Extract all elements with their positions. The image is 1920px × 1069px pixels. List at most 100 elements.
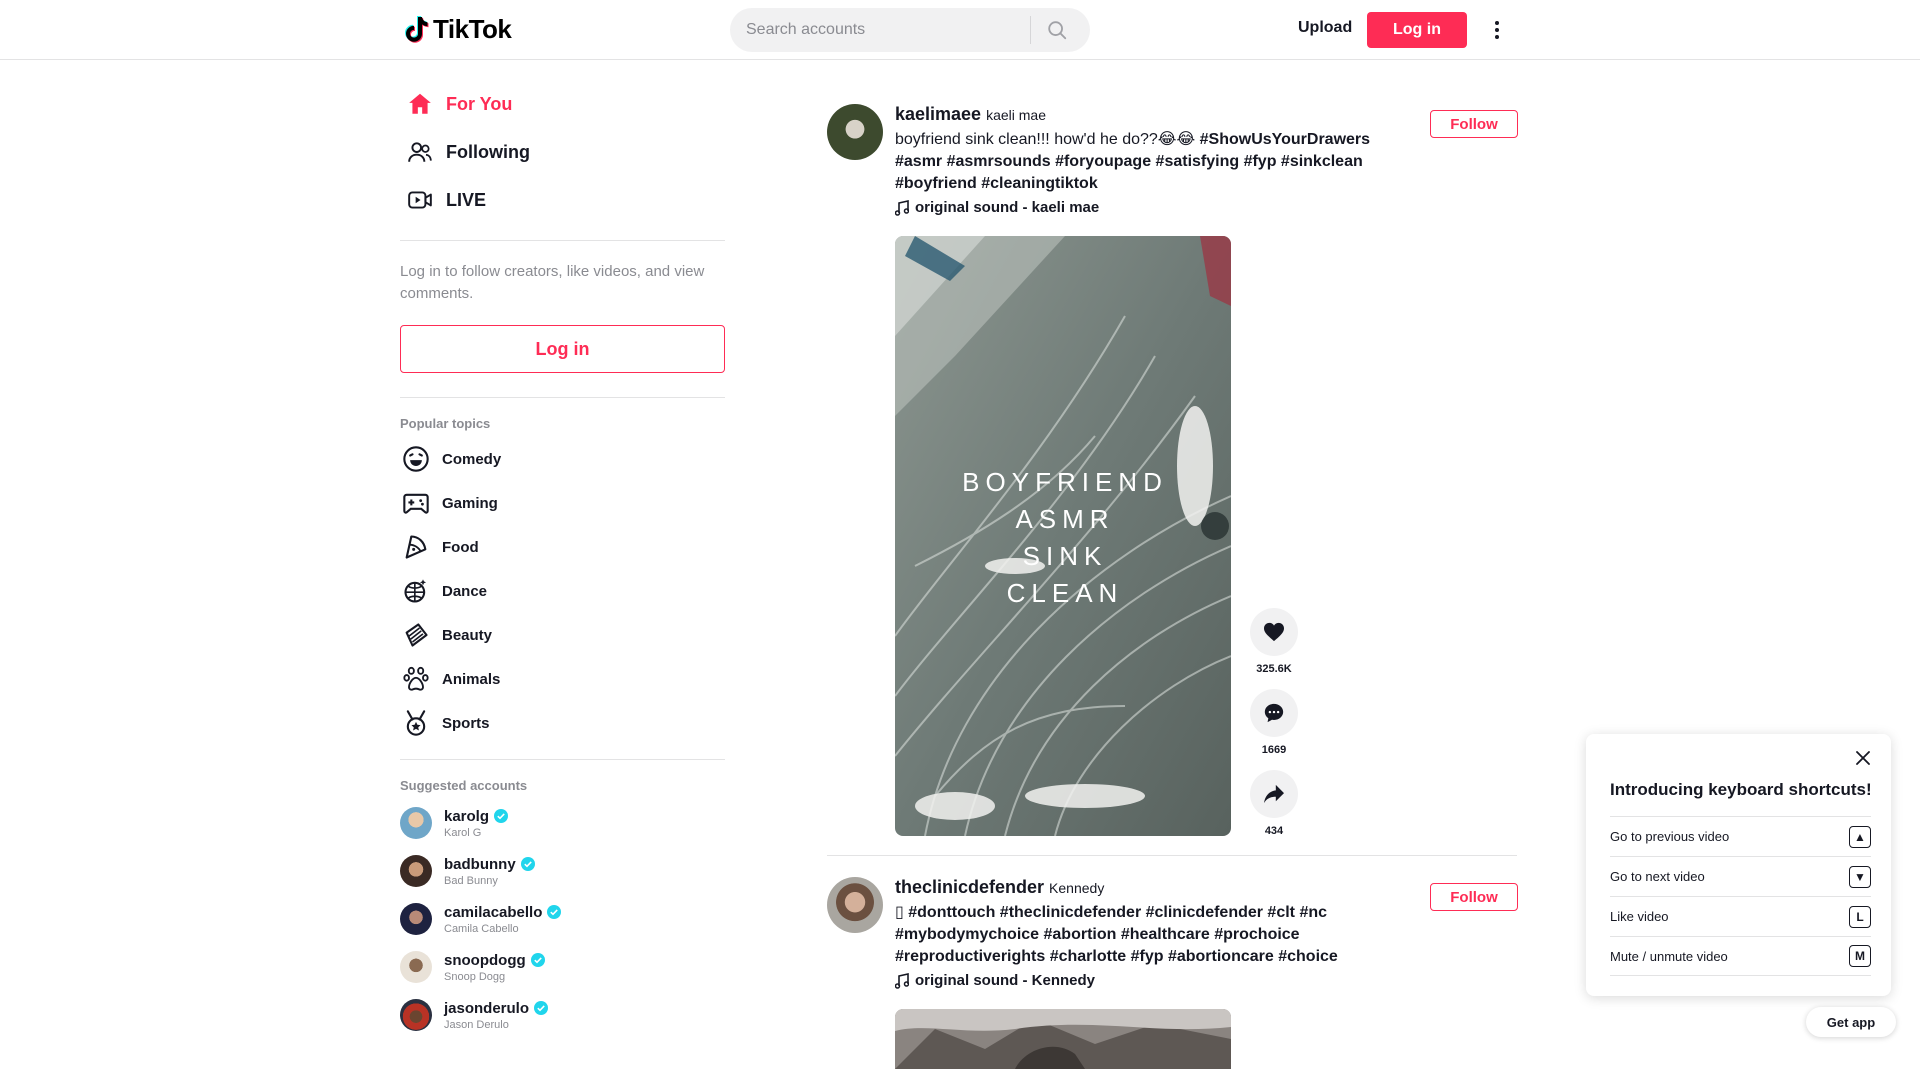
down-arrow-key-icon: ▼ (1849, 865, 1871, 888)
video-actions: 325.6K 1669 434 (1250, 608, 1298, 851)
video-player[interactable]: BOYFRIEND ASMR SINK CLEAN (895, 236, 1231, 836)
topic-label: Food (442, 538, 479, 556)
search-input[interactable] (730, 8, 1030, 52)
nav-label: LIVE (446, 189, 487, 210)
l-key-icon: L (1849, 905, 1871, 928)
verified-badge-icon (494, 809, 509, 823)
avatar (400, 855, 432, 887)
upload-link[interactable]: Upload (1298, 19, 1352, 37)
nav-following[interactable]: Following (400, 128, 725, 176)
suggested-account-camilacabello[interactable]: camilacabello Camila Cabello (400, 895, 725, 943)
like-button[interactable]: 325.6K (1250, 608, 1298, 675)
share-icon (1264, 784, 1284, 804)
avatar (400, 951, 432, 983)
topic-label: Comedy (442, 450, 502, 468)
author-avatar[interactable] (827, 877, 883, 933)
top-header: TikTok Upload Log in (0, 0, 1920, 60)
verified-badge-icon (534, 1001, 549, 1015)
topic-beauty[interactable]: Beauty (400, 613, 725, 657)
home-icon (404, 88, 436, 120)
more-menu-button[interactable] (1486, 16, 1508, 44)
live-icon (404, 184, 436, 216)
nav-label: For You (446, 93, 513, 114)
author-avatar[interactable] (827, 104, 883, 160)
post-divider (827, 855, 1517, 856)
like-circle (1250, 608, 1298, 656)
keyboard-shortcuts-panel: Introducing keyboard shortcuts! Go to pr… (1586, 734, 1891, 996)
topic-gaming[interactable]: Gaming (400, 481, 725, 525)
popular-topics-title: Popular topics (400, 416, 491, 431)
search-bar (730, 8, 1090, 52)
sidebar-divider (400, 240, 725, 241)
caption-text: ▯ (895, 904, 909, 921)
topic-dance[interactable]: Dance (400, 569, 725, 613)
comment-count: 1669 (1261, 744, 1287, 756)
avatar (400, 903, 432, 935)
account-display-name: Bad Bunny (444, 874, 498, 887)
verified-badge-icon (530, 953, 545, 967)
topic-sports[interactable]: Sports (400, 701, 725, 745)
search-button[interactable] (1031, 8, 1083, 52)
comment-icon (1264, 703, 1284, 723)
food-icon (400, 531, 432, 563)
music-title: original sound - kaeli mae (915, 199, 1100, 216)
shortcut-row: Mute / unmute video M (1610, 936, 1871, 976)
post-caption: boyfriend sink clean!!! how'd he do??😂😂 … (895, 129, 1415, 195)
nav-live[interactable]: LIVE (400, 176, 725, 224)
video-frame: BOYFRIEND ASMR SINK CLEAN (895, 236, 1231, 836)
header-login-button[interactable]: Log in (1367, 12, 1467, 48)
topic-comedy[interactable]: Comedy (400, 437, 725, 481)
follow-button[interactable]: Follow (1430, 110, 1518, 138)
topic-animals[interactable]: Animals (400, 657, 725, 701)
sidebar-login-button[interactable]: Log in (400, 325, 725, 373)
overlay-line: ASMR (1015, 504, 1114, 534)
account-display-name: Snoop Dogg (444, 970, 506, 983)
music-title: original sound - Kennedy (915, 972, 1096, 989)
suggested-account-karolg[interactable]: karolg Karol G (400, 799, 725, 847)
avatar (400, 807, 432, 839)
tiktok-logo[interactable]: TikTok (405, 14, 512, 45)
sports-icon (400, 707, 432, 739)
account-username: badbunny (444, 855, 516, 873)
suggested-account-jasonderulo[interactable]: jasonderulo Jason Derulo (400, 991, 725, 1039)
follow-button[interactable]: Follow (1430, 883, 1518, 911)
overlay-line: CLEAN (1007, 578, 1124, 608)
close-button[interactable] (1853, 748, 1873, 768)
nav-for-you[interactable]: For You (400, 80, 725, 128)
vertical-dots-icon (1495, 21, 1499, 39)
topic-food[interactable]: Food (400, 525, 725, 569)
comment-button[interactable]: 1669 (1250, 689, 1298, 756)
heart-icon (1264, 622, 1284, 642)
overlay-line: SINK (1023, 541, 1108, 571)
verified-badge-icon (547, 905, 562, 919)
comment-circle (1250, 689, 1298, 737)
login-prompt-text: Log in to follow creators, like videos, … (400, 263, 705, 302)
music-link[interactable]: original sound - kaeli mae (895, 199, 1405, 216)
tiktok-note-icon (405, 15, 429, 43)
music-note-icon (895, 199, 909, 216)
music-note-icon (895, 972, 909, 989)
get-app-button[interactable]: Get app (1806, 1007, 1896, 1037)
suggested-account-badbunny[interactable]: badbunny Bad Bunny (400, 847, 725, 895)
post-caption: ▯ #donttouch #theclinicdefender #clinicd… (895, 902, 1415, 968)
like-count: 325.6K (1256, 663, 1292, 675)
beauty-icon (400, 619, 432, 651)
account-display-name: Camila Cabello (444, 922, 519, 935)
caption-text: boyfriend sink clean!!! how'd he do??😂😂 (895, 131, 1200, 148)
up-arrow-key-icon: ▲ (1849, 825, 1871, 848)
m-key-icon: M (1849, 945, 1871, 967)
gaming-icon (400, 487, 432, 519)
shortcut-row: Go to next video ▼ (1610, 856, 1871, 896)
author-username[interactable]: theclinicdefender (895, 877, 1044, 898)
nav-label: Following (446, 141, 530, 162)
topic-label: Animals (442, 670, 501, 688)
music-link[interactable]: original sound - Kennedy (895, 972, 1405, 989)
suggested-account-snoopdogg[interactable]: snoopdogg Snoop Dogg (400, 943, 725, 991)
caption-hashtags[interactable]: #donttouch #theclinicdefender #clinicdef… (895, 904, 1338, 965)
author-username[interactable]: kaelimaee (895, 104, 981, 125)
topic-label: Sports (442, 714, 490, 732)
avatar (400, 999, 432, 1031)
share-button[interactable]: 434 (1250, 770, 1298, 837)
shortcuts-list: Go to previous video ▲ Go to next video … (1610, 816, 1871, 976)
video-player[interactable] (895, 1009, 1231, 1069)
